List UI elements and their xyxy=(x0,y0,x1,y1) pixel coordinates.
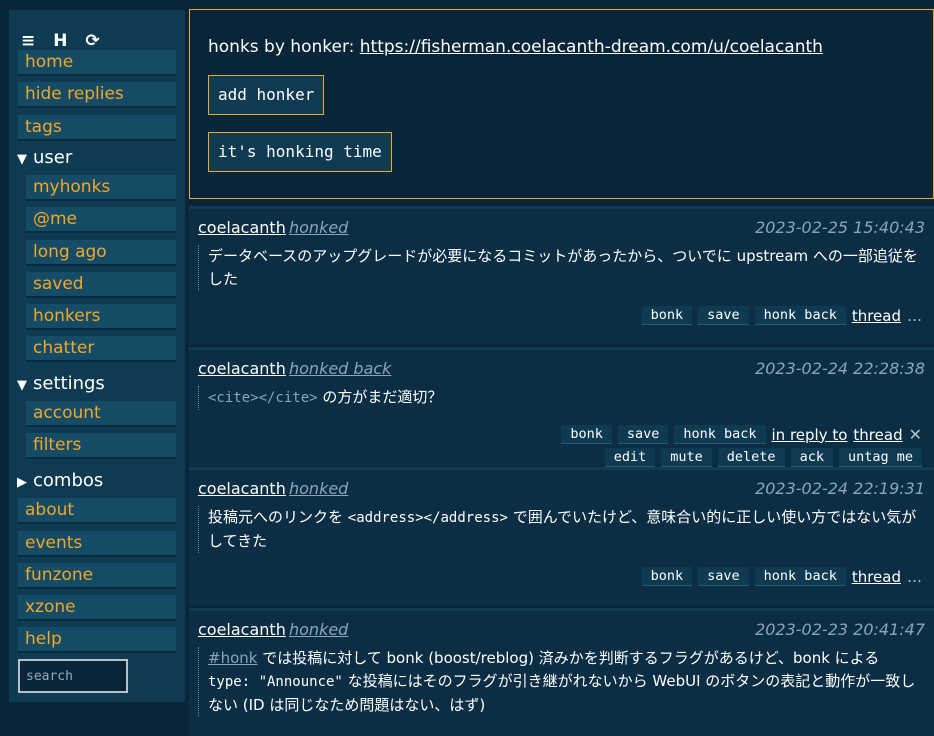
honk-post: coelacanth honked 2023-02-23 20:41:47 #h… xyxy=(189,608,934,736)
mute-button[interactable]: mute xyxy=(661,448,712,467)
honk-author-link[interactable]: coelacanth xyxy=(198,359,286,378)
bonk-button[interactable]: bonk xyxy=(561,425,612,444)
ack-button[interactable]: ack xyxy=(790,448,833,467)
save-button[interactable]: save xyxy=(698,306,749,325)
honks-by-label: honks by honker: xyxy=(208,37,360,57)
honk-home-icon[interactable]: H xyxy=(53,31,67,51)
refresh-icon[interactable]: ⟳ xyxy=(85,31,99,51)
honk-verb-link[interactable]: honked xyxy=(289,479,348,498)
honk-content: 投稿元へのリンクを <address></address> で囲んでいたけど、意… xyxy=(198,506,924,553)
combos-section-toggle[interactable]: ▶ combos xyxy=(17,469,103,495)
honk-content: <cite></cite> の方がまだ適切？ xyxy=(198,386,924,410)
honk-actions: bonk save honk back thread … xyxy=(641,306,922,325)
sidebar-item-events[interactable]: events xyxy=(18,531,176,557)
honk-back-button[interactable]: honk back xyxy=(754,567,846,586)
honk-verb-link[interactable]: honked xyxy=(289,218,348,237)
honk-author-link[interactable]: coelacanth xyxy=(198,479,286,498)
thread-link[interactable]: thread xyxy=(852,307,901,325)
more-icon[interactable]: … xyxy=(907,307,922,325)
search-input[interactable] xyxy=(18,659,128,693)
save-button[interactable]: save xyxy=(617,425,669,444)
honk-verb-link[interactable]: honked back xyxy=(289,359,391,378)
honk-back-button[interactable]: honk back xyxy=(674,425,766,444)
honk-post: coelacanth honked 2023-02-24 22:19:31 投稿… xyxy=(189,467,934,606)
combos-section-label: combos xyxy=(33,470,104,491)
honk-back-button[interactable]: honk back xyxy=(754,306,846,325)
honks-by-line: honks by honker: https://fisherman.coela… xyxy=(208,37,823,57)
delete-button[interactable]: delete xyxy=(717,448,785,467)
collapsed-triangle-icon: ▶ xyxy=(17,475,27,490)
expanded-triangle-icon: ▼ xyxy=(17,152,27,167)
sidebar-toolbar: ≡ H ⟳ xyxy=(21,31,100,51)
sidebar-item-honkers[interactable]: honkers xyxy=(26,304,176,330)
honk-content: #honk では投稿に対して bonk (boost/reblog) 済みかを判… xyxy=(198,647,924,717)
settings-section-label: settings xyxy=(33,373,105,394)
save-button[interactable]: save xyxy=(698,567,749,586)
untag-me-button[interactable]: untag me xyxy=(838,448,922,467)
honk-author-link[interactable]: coelacanth xyxy=(198,218,286,237)
sidebar-item-myhonks[interactable]: myhonks xyxy=(26,175,176,201)
sidebar-item-funzone[interactable]: funzone xyxy=(18,563,176,589)
sidebar-item-at-me[interactable]: @me xyxy=(26,207,176,233)
sidebar-item-help[interactable]: help xyxy=(18,627,176,653)
honk-inline-code: <address></address> xyxy=(347,510,508,526)
sidebar-item-filters[interactable]: filters xyxy=(26,433,176,459)
honk-inline-code: <cite></cite> xyxy=(208,390,318,406)
in-reply-to-link[interactable]: in reply to xyxy=(772,426,848,444)
honker-url-link[interactable]: https://fisherman.coelacanth-dream.com/u… xyxy=(360,37,823,57)
settings-section-toggle[interactable]: ▼ settings xyxy=(17,372,105,398)
bonk-button[interactable]: bonk xyxy=(641,567,693,586)
menu-icon[interactable]: ≡ xyxy=(21,31,35,51)
honk-owner-actions: edit mute delete ack untag me xyxy=(604,448,922,467)
thread-link[interactable]: thread xyxy=(853,426,902,444)
honk-text: では投稿に対して bonk (boost/reblog) 済みかを判断するフラグ… xyxy=(257,649,880,667)
sidebar-item-chatter[interactable]: chatter xyxy=(26,336,176,362)
honk-content: データベースのアップグレードが必要になるコミットがあったから、ついでに upst… xyxy=(198,245,924,291)
sidebar-item-about[interactable]: about xyxy=(18,498,176,524)
user-section-label: user xyxy=(33,147,73,168)
honk-date: 2023-02-24 22:19:31 xyxy=(755,479,925,498)
bonk-button[interactable]: bonk xyxy=(641,306,693,325)
sidebar-item-long-ago[interactable]: long ago xyxy=(26,240,176,266)
sidebar-item-xzone[interactable]: xzone xyxy=(18,595,176,621)
thread-link[interactable]: thread xyxy=(852,568,901,586)
honker-info-panel: honks by honker: https://fisherman.coela… xyxy=(189,9,934,199)
close-icon[interactable]: ✕ xyxy=(909,425,922,444)
honk-post: coelacanth honked back 2023-02-24 22:28:… xyxy=(189,347,934,467)
edit-button[interactable]: edit xyxy=(604,448,656,467)
honk-inline-code: type: "Announce" xyxy=(208,674,343,690)
add-honker-button[interactable]: add honker xyxy=(208,75,325,115)
user-section-toggle[interactable]: ▼ user xyxy=(17,146,72,172)
honk-date: 2023-02-24 22:28:38 xyxy=(755,359,925,378)
honk-date: 2023-02-23 20:41:47 xyxy=(755,620,925,639)
honk-actions: bonk save honk back thread … xyxy=(641,567,922,586)
more-icon[interactable]: … xyxy=(907,568,922,586)
sidebar-item-home[interactable]: home xyxy=(18,50,176,76)
sidebar: ≡ H ⟳ home hide replies tags ▼ user myhon… xyxy=(9,10,185,702)
sidebar-item-tags[interactable]: tags xyxy=(18,115,176,141)
honk-date: 2023-02-25 15:40:43 xyxy=(755,218,925,237)
honk-text: の方がまだ適切？ xyxy=(317,388,443,406)
honk-post: coelacanth honked 2023-02-25 15:40:43 デー… xyxy=(189,206,934,345)
sidebar-item-hide-replies[interactable]: hide replies xyxy=(18,82,176,108)
honking-time-button[interactable]: it's honking time xyxy=(208,132,392,172)
sidebar-item-account[interactable]: account xyxy=(26,401,176,427)
honk-verb-link[interactable]: honked xyxy=(289,620,348,639)
expanded-triangle-icon: ▼ xyxy=(17,378,27,393)
hashtag-link[interactable]: #honk xyxy=(208,649,257,667)
honk-author-link[interactable]: coelacanth xyxy=(198,620,286,639)
honk-text: データベースのアップグレードが必要になるコミットがあったから、ついでに upst… xyxy=(208,247,918,288)
sidebar-item-saved[interactable]: saved xyxy=(26,272,176,298)
honk-actions: bonk save honk back in reply to thread ✕ xyxy=(561,425,922,444)
honk-text: 投稿元へのリンクを xyxy=(208,508,348,526)
